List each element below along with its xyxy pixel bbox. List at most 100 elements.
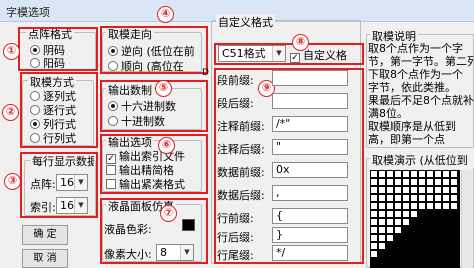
preview-pixel — [371, 203, 377, 209]
data-suffix-input[interactable]: , — [272, 185, 348, 201]
preview-pixel — [443, 195, 449, 201]
badge-3: ③ — [4, 173, 21, 190]
radio-indicator[interactable] — [108, 116, 118, 126]
preview-pixel — [411, 179, 417, 185]
pixel-size-select[interactable]: 8 ▼ — [156, 244, 194, 261]
preview-pixel — [411, 171, 417, 177]
radio-indicator[interactable] — [30, 58, 40, 68]
preview-pixel — [395, 187, 401, 193]
preview-pixel — [419, 203, 425, 209]
radio-indicator[interactable] — [108, 101, 118, 111]
radio-indicator[interactable] — [108, 61, 118, 71]
badge-4: ④ — [157, 6, 174, 23]
preview-pixel — [379, 187, 385, 193]
preview-pixel — [371, 251, 377, 257]
preview-pixel — [371, 187, 377, 193]
preview-pixel — [427, 179, 433, 185]
preview-pixel — [379, 203, 385, 209]
preview-pixel — [451, 171, 457, 177]
preview-pixel — [371, 195, 377, 201]
points-label: 点阵: — [30, 178, 56, 191]
format-select[interactable]: C51格式 ▼ — [218, 45, 286, 62]
radio-indicator[interactable] — [30, 119, 40, 129]
checkbox-indicator[interactable] — [106, 165, 116, 175]
preview-pixel — [419, 179, 425, 185]
preview-pixel — [395, 203, 401, 209]
preview-pixel — [435, 187, 441, 193]
preview-pixel — [371, 171, 377, 177]
badge-7: ⑦ — [160, 205, 177, 222]
radio-direction-0[interactable]: 逆向 (低位在前 — [108, 43, 195, 59]
field-label-line-prefix: 行前缀: — [217, 212, 254, 225]
seg-prefix-input[interactable] — [272, 70, 348, 86]
pixel-size-label: 像素大小: — [104, 248, 152, 261]
radio-indicator[interactable] — [108, 46, 118, 56]
preview-pixel — [443, 187, 449, 193]
line-prefix-input[interactable]: { — [272, 208, 348, 224]
field-label-seg-suffix: 段后缀: — [217, 97, 254, 110]
clipped-text: D — [202, 68, 209, 78]
radio-indicator[interactable] — [30, 133, 40, 143]
field-label-line-suffix: 行后缀: — [217, 231, 254, 244]
preview-pixel — [387, 219, 393, 225]
radio-radix-0[interactable]: 十六进制数 — [108, 98, 176, 114]
data-prefix-input[interactable]: 0x — [272, 162, 348, 178]
preview-pixel — [379, 171, 385, 177]
preview-pixel — [387, 195, 393, 201]
comment-prefix-input[interactable]: /*" — [272, 116, 348, 132]
preview-pixel — [403, 195, 409, 201]
preview-pixel — [379, 227, 385, 233]
preview-pixel — [435, 195, 441, 201]
radio-radix-1[interactable]: 十进制数 — [108, 113, 165, 129]
checkbox-indicator[interactable]: ✓ — [290, 53, 300, 63]
preview-pixel — [379, 243, 385, 249]
comment-suffix-input[interactable]: " — [272, 139, 348, 155]
preview-pixel — [435, 203, 441, 209]
checkbox-output-tight[interactable]: 输出紧凑格式 — [106, 176, 185, 192]
field-label-line-end: 行尾缀: — [217, 249, 254, 262]
preview-pixel — [379, 219, 385, 225]
preview-pixel — [435, 179, 441, 185]
chevron-down-icon[interactable]: ▼ — [180, 245, 193, 260]
lcd-color-swatch[interactable] — [182, 219, 195, 231]
badge-1: ① — [3, 43, 20, 60]
checkbox-indicator[interactable] — [106, 179, 116, 189]
seg-suffix-input[interactable] — [272, 93, 348, 109]
line-suffix-input[interactable]: } — [272, 227, 348, 243]
radio-scan-mode-3[interactable]: 行列式 — [30, 130, 76, 146]
chevron-down-icon[interactable]: ▼ — [74, 198, 87, 213]
preview-pixel — [451, 195, 457, 201]
help-text: 取8个点作为一个字 节，第一字节。第二列开始 下取8个点作为一个 字节，依此类推… — [368, 42, 474, 146]
ok-button[interactable]: 确 定 — [22, 225, 68, 245]
chevron-down-icon[interactable]: ▼ — [272, 46, 285, 61]
preview-pixel — [395, 171, 401, 177]
field-label-comment-suffix: 注释后缀: — [217, 143, 265, 156]
cancel-button[interactable]: 取 消 — [22, 249, 68, 268]
points-select[interactable]: 16 ▼ — [56, 174, 88, 191]
preview-pixel — [379, 179, 385, 185]
preview-pixel — [387, 187, 393, 193]
field-label-seg-prefix: 段前缀: — [217, 74, 254, 87]
preview-pixel — [387, 211, 393, 217]
preview-pixel — [451, 187, 457, 193]
radio-direction-1[interactable]: 顺向 (高位在 — [108, 58, 184, 74]
line-end-input[interactable]: */ — [272, 245, 348, 261]
preview-pixel — [387, 171, 393, 177]
radio-indicator[interactable] — [30, 91, 40, 101]
index-select[interactable]: 16 ▼ — [56, 197, 88, 214]
radio-indicator[interactable] — [30, 105, 40, 115]
preview-pixel — [387, 227, 393, 233]
preview-pixel — [379, 195, 385, 201]
radio-indicator[interactable] — [30, 45, 40, 55]
preview-pixel — [403, 203, 409, 209]
preview-pixel — [371, 243, 377, 249]
preview-pixel — [403, 219, 409, 225]
preview-pixel — [395, 211, 401, 217]
radio-dot-format-1[interactable]: 阳码 — [30, 55, 65, 71]
preview-pixel — [411, 203, 417, 209]
chevron-down-icon[interactable]: ▼ — [74, 175, 87, 190]
preview-pixel — [403, 171, 409, 177]
index-label: 索引: — [30, 201, 56, 214]
preview-pixel — [443, 203, 449, 209]
preview-scrollbar[interactable] — [461, 170, 472, 268]
